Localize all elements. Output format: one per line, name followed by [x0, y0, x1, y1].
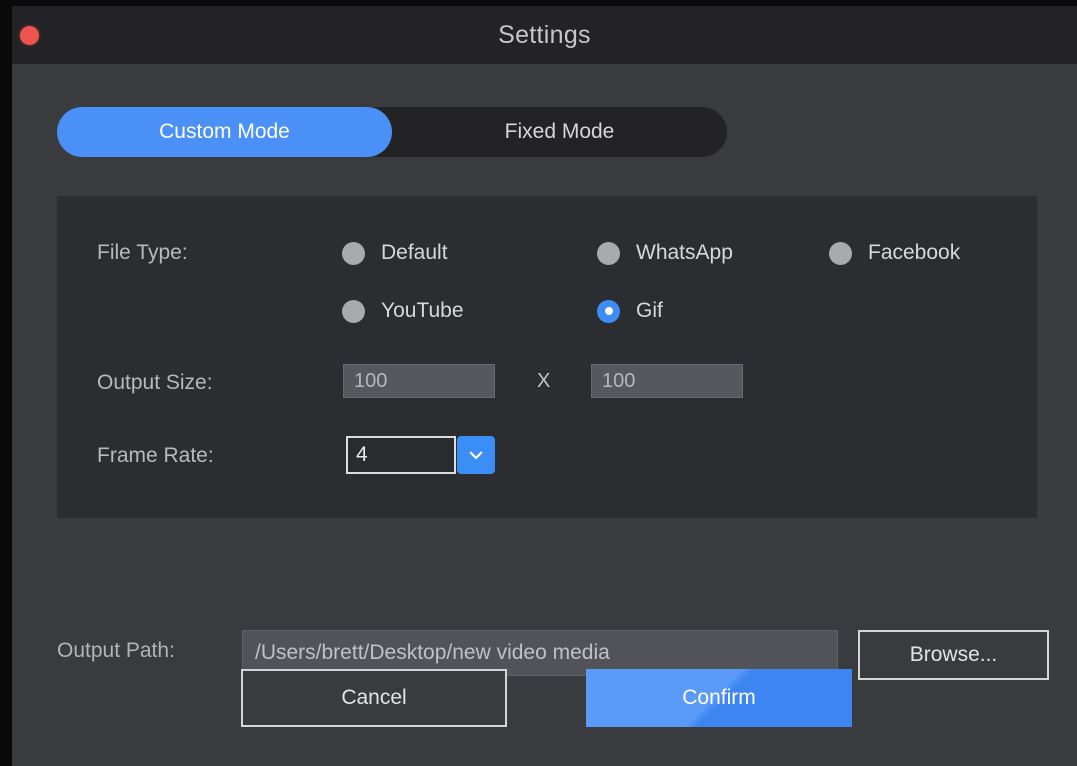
close-icon[interactable] — [20, 26, 39, 45]
radio-label-youtube: YouTube — [381, 299, 464, 322]
tab-fixed-mode[interactable]: Fixed Mode — [392, 107, 727, 157]
output-height-input[interactable]: 100 — [591, 364, 743, 398]
output-path-label: Output Path: — [57, 639, 175, 662]
radio-label-whatsapp: WhatsApp — [636, 241, 733, 264]
window-title: Settings — [498, 20, 591, 49]
radio-file-type-gif[interactable]: Gif — [597, 299, 663, 323]
settings-panel: File Type: Default WhatsApp Facebook You… — [57, 196, 1037, 518]
frame-rate-label: Frame Rate: — [97, 444, 214, 467]
radio-label-gif: Gif — [636, 299, 663, 322]
radio-file-type-default[interactable]: Default — [342, 241, 448, 265]
settings-window: Settings Custom Mode Fixed Mode File Typ… — [0, 0, 1077, 766]
frame-rate-combobox[interactable]: 4 — [346, 436, 495, 474]
mode-tab-bar: Custom Mode Fixed Mode — [57, 107, 727, 157]
radio-file-type-youtube[interactable]: YouTube — [342, 299, 464, 323]
browse-button[interactable]: Browse... — [858, 630, 1049, 680]
radio-dot-icon — [342, 299, 365, 323]
radio-dot-icon — [829, 241, 852, 265]
cancel-button[interactable]: Cancel — [241, 669, 507, 727]
output-size-separator: X — [537, 370, 551, 392]
dialog-body: Custom Mode Fixed Mode File Type: Defaul… — [12, 64, 1077, 766]
radio-file-type-facebook[interactable]: Facebook — [829, 241, 960, 265]
radio-dot-icon — [342, 241, 365, 265]
radio-label-default: Default — [381, 241, 448, 264]
output-width-input[interactable]: 100 — [343, 364, 495, 398]
frame-rate-input[interactable]: 4 — [346, 436, 456, 474]
radio-label-facebook: Facebook — [868, 241, 961, 264]
tab-custom-mode-label: Custom Mode — [159, 120, 290, 143]
file-type-label: File Type: — [97, 241, 188, 264]
confirm-button[interactable]: Confirm — [586, 669, 852, 727]
tab-fixed-mode-label: Fixed Mode — [504, 120, 615, 143]
radio-dot-icon — [597, 299, 620, 323]
tab-custom-mode[interactable]: Custom Mode — [57, 107, 392, 157]
chevron-down-icon[interactable] — [457, 436, 495, 474]
radio-dot-icon — [597, 241, 620, 265]
output-size-label: Output Size: — [97, 371, 213, 394]
radio-file-type-whatsapp[interactable]: WhatsApp — [597, 241, 733, 265]
title-bar: Settings — [12, 6, 1077, 64]
